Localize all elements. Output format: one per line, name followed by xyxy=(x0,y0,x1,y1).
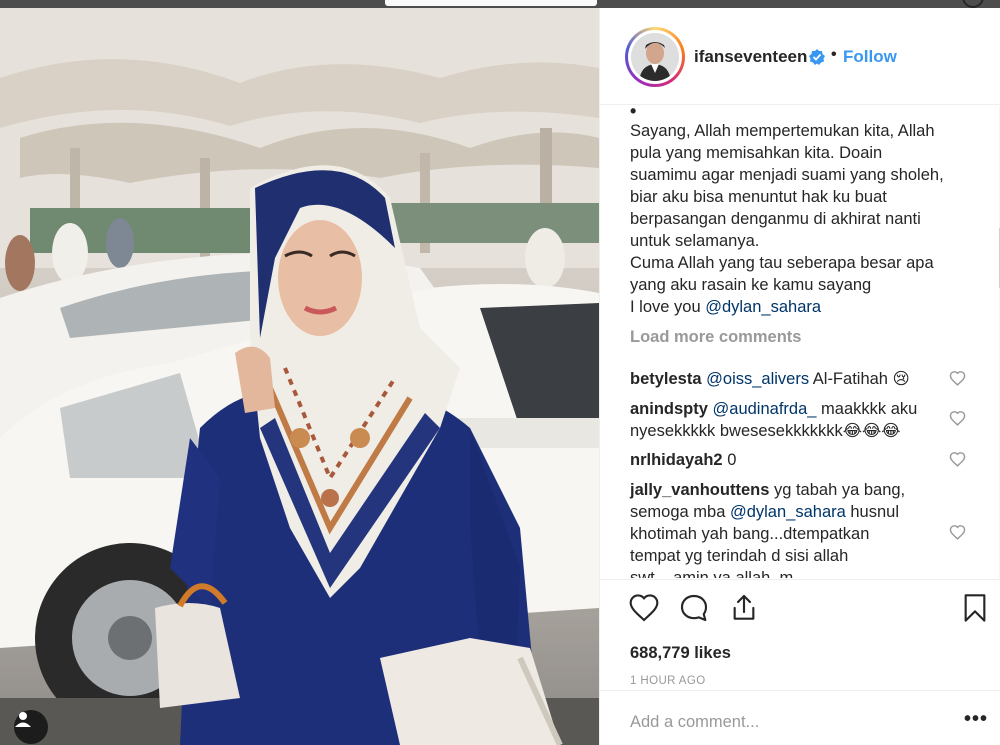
comment-text: husnul xyxy=(845,503,900,521)
heart-icon[interactable] xyxy=(628,592,660,624)
comment-username[interactable]: jally_vanhouttens xyxy=(630,481,769,499)
caption-line: Sayang, Allah mempertemukan kita, Allah xyxy=(630,122,935,140)
comment-mention-link[interactable]: @audinafrda_ xyxy=(713,400,817,418)
like-count[interactable]: 688,779 likes xyxy=(630,644,731,663)
author-username[interactable]: ifanseventeen xyxy=(694,47,807,67)
comment-username[interactable]: anindspty xyxy=(630,400,708,418)
comment-like-heart-icon[interactable] xyxy=(949,370,966,387)
post-side-panel: ifanseventeen • Follow • Sayang, Allah m… xyxy=(599,8,1000,745)
comment-text: tempat yg terindah d sisi allah xyxy=(630,547,849,565)
add-comment-input[interactable] xyxy=(630,713,930,732)
comment-item: nrlhidayah2 0 xyxy=(630,449,950,471)
bookmark-icon[interactable] xyxy=(959,592,991,624)
top-profile-icon[interactable] xyxy=(962,0,984,8)
comment-bubble-icon[interactable] xyxy=(678,592,710,624)
follow-button[interactable]: Follow xyxy=(843,47,897,67)
caption-line: biar aku bisa menuntut hak ku buat xyxy=(630,188,887,206)
comment-text: 0 xyxy=(722,451,737,469)
comment-item: anindspty @audinafrda_ maakkkk aku nyese… xyxy=(630,398,950,442)
comment-text: maakkkk aku xyxy=(816,400,918,418)
caption-line: untuk selamanya. xyxy=(630,232,760,250)
post-photo[interactable] xyxy=(0,8,599,745)
comment-text: yg tabah ya bang, xyxy=(769,481,906,499)
avatar-image xyxy=(631,33,679,81)
caption-line: yang aku rasain ke kamu sayang xyxy=(630,276,872,294)
caption-line: berpasangan denganmu di akhirat nanti xyxy=(630,210,921,228)
comment-username[interactable]: betylesta xyxy=(630,370,702,388)
caption-text: I love you xyxy=(630,298,706,316)
photo-illustration xyxy=(0,8,599,745)
post-header: ifanseventeen • Follow xyxy=(600,8,1000,105)
caption-line: suamimu agar menjadi suami yang sholeh, xyxy=(630,166,944,184)
caption-line: Cuma Allah yang tau seberapa besar apa xyxy=(630,254,934,272)
comment-like-heart-icon[interactable] xyxy=(949,524,966,541)
comments-list[interactable]: • Sayang, Allah mempertemukan kita, Alla… xyxy=(600,106,1000,578)
more-options-icon[interactable]: ••• xyxy=(964,709,988,729)
header-separator: • xyxy=(831,46,837,63)
caption-line: pula yang memisahkan kita. Doain xyxy=(630,144,883,162)
comment-like-heart-icon[interactable] xyxy=(949,451,966,468)
comment-text: nyesekkkkk bwesesekkkkkkk😂😂😂 xyxy=(630,422,901,440)
comment-text: khotimah yah bang...dtempatkan xyxy=(630,525,870,543)
comment-username[interactable]: nrlhidayah2 xyxy=(630,451,723,469)
browser-top-strip xyxy=(0,0,1000,8)
top-search-edge xyxy=(385,0,597,6)
share-icon[interactable] xyxy=(728,592,760,624)
avatar[interactable] xyxy=(625,27,685,87)
verified-badge-icon xyxy=(809,49,825,65)
caption-mention-link[interactable]: @dylan_sahara xyxy=(705,298,821,316)
comment-item: betylesta @oiss_alivers Al-Fatihah 😢 xyxy=(630,368,950,390)
caption-dot: • xyxy=(630,106,637,121)
add-comment-bar: ••• xyxy=(600,690,1000,745)
comment-like-heart-icon[interactable] xyxy=(949,410,966,427)
comment-mention-link[interactable]: @dylan_sahara xyxy=(730,503,846,521)
post-actions: 688,779 likes 1 HOUR AGO xyxy=(600,579,1000,694)
comment-text: swt....amin ya allah..m xyxy=(630,569,794,578)
comment-mention-link[interactable]: @oiss_alivers xyxy=(706,370,809,388)
caption-line: I love you @dylan_sahara xyxy=(630,296,965,318)
post-timestamp[interactable]: 1 HOUR AGO xyxy=(630,675,706,687)
comment-text: Al-Fatihah 😢 xyxy=(809,370,910,388)
load-more-comments-button[interactable]: Load more comments xyxy=(630,328,801,347)
comment-text: semoga mba xyxy=(630,503,730,521)
post-caption: Sayang, Allah mempertemukan kita, Allah … xyxy=(630,120,965,318)
comment-item: jally_vanhouttens yg tabah ya bang, semo… xyxy=(630,479,950,578)
user-tag-icon[interactable] xyxy=(14,710,48,744)
